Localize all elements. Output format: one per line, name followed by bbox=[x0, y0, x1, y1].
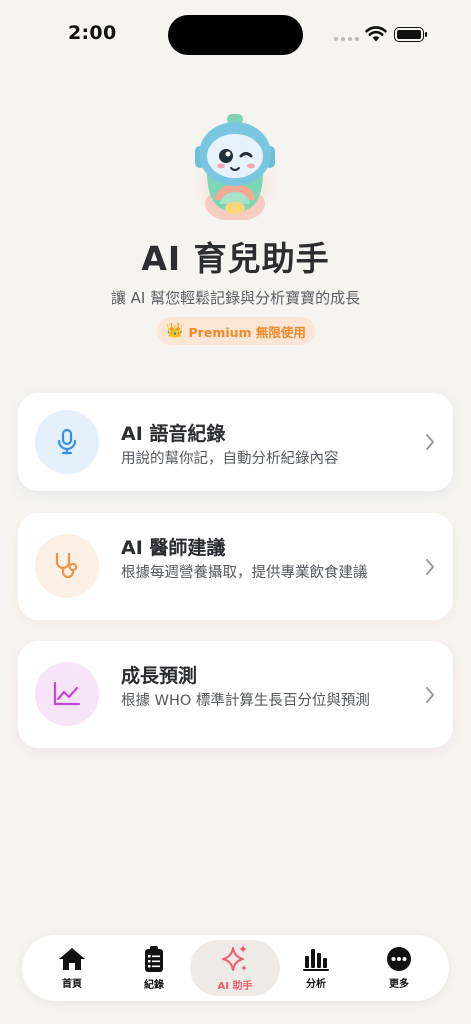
bar-chart-icon bbox=[303, 949, 329, 971]
cellular-signal-icon bbox=[334, 37, 359, 41]
clipboard-icon bbox=[145, 946, 163, 972]
dynamic-island bbox=[168, 15, 303, 55]
home-icon bbox=[59, 948, 85, 970]
feature-icon-circle bbox=[35, 410, 99, 474]
tab-ai-assistant[interactable]: AI 助手 bbox=[190, 940, 280, 996]
premium-badge: 👑 Premium 無限使用 bbox=[157, 317, 315, 345]
chevron-right-icon bbox=[426, 434, 434, 450]
feature-title: 成長預測 bbox=[121, 665, 198, 687]
status-time: 2:00 bbox=[68, 22, 117, 44]
tab-label: 更多 bbox=[389, 979, 409, 990]
tab-label: AI 助手 bbox=[217, 981, 253, 992]
robot-mascot-icon bbox=[195, 114, 275, 220]
chevron-right-icon bbox=[426, 558, 434, 575]
feature-card-growth-prediction[interactable]: 成長預測 根據 WHO 標準計算生長百分位與預測 bbox=[18, 641, 453, 748]
chevron-right-icon bbox=[426, 686, 434, 703]
tab-label: 首頁 bbox=[62, 979, 82, 990]
bottom-tab-bar: 首頁 紀錄 AI 助手 分析 更多 bbox=[22, 935, 449, 1001]
page-subtitle: 讓 AI 幫您輕鬆記錄與分析寶寶的成長 bbox=[110, 289, 361, 307]
sparkles-icon bbox=[222, 945, 247, 971]
more-icon bbox=[387, 947, 411, 971]
feature-title: AI 語音紀錄 bbox=[121, 423, 226, 445]
battery-icon bbox=[394, 27, 427, 42]
feature-card-voice-record[interactable]: AI 語音紀錄 用說的幫你記，自動分析紀錄內容 bbox=[18, 393, 453, 491]
ai-assistant-screen: 2:00 AI 育兒助手 讓 AI 幫您輕鬆記錄與分析寶寶的成長 👑 Premi… bbox=[0, 0, 471, 1024]
feature-icon-circle bbox=[35, 534, 99, 598]
feature-description: 用說的幫你記，自動分析紀錄內容 bbox=[121, 451, 339, 467]
feature-title: AI 醫師建議 bbox=[121, 537, 226, 559]
crown-icon: 👑 bbox=[166, 323, 184, 339]
premium-badge-label: Premium 無限使用 bbox=[188, 324, 306, 340]
feature-icon-circle bbox=[35, 662, 99, 726]
tab-records[interactable]: 紀錄 bbox=[122, 935, 186, 1001]
microphone-icon bbox=[57, 428, 77, 455]
tab-label: 分析 bbox=[306, 979, 326, 990]
feature-description: 根據 WHO 標準計算生長百分位與預測 bbox=[121, 693, 370, 709]
feature-description: 根據每週營養攝取，提供專業飲食建議 bbox=[121, 565, 368, 581]
page-title: AI 育兒助手 bbox=[141, 239, 330, 278]
wifi-icon bbox=[365, 26, 387, 42]
feature-card-doctor-advice[interactable]: AI 醫師建議 根據每週營養攝取，提供專業飲食建議 bbox=[18, 513, 453, 620]
tab-home[interactable]: 首頁 bbox=[42, 935, 102, 1001]
tab-label: 紀錄 bbox=[144, 980, 164, 991]
growth-chart-icon bbox=[53, 681, 81, 706]
stethoscope-icon bbox=[55, 552, 78, 579]
tab-more[interactable]: 更多 bbox=[367, 935, 431, 1001]
tab-analysis[interactable]: 分析 bbox=[284, 935, 348, 1001]
